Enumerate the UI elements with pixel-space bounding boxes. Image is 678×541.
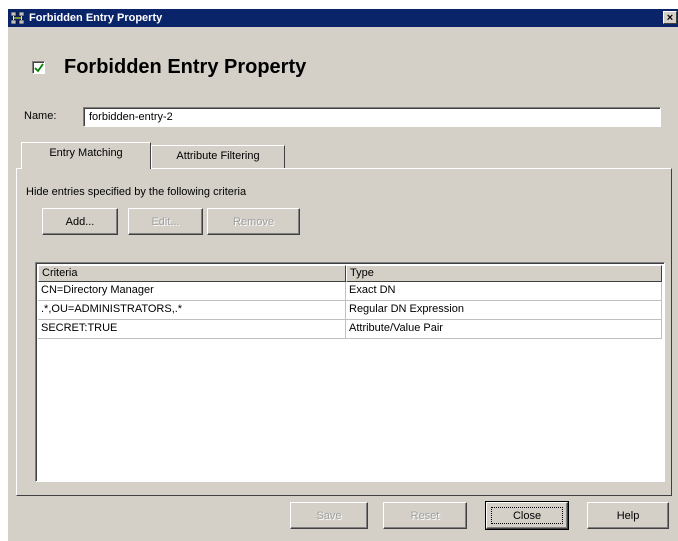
table-row[interactable]: SECRET:TRUE Attribute/Value Pair xyxy=(38,320,662,339)
type-cell: Regular DN Expression xyxy=(346,301,662,320)
name-field[interactable] xyxy=(83,107,661,127)
tab-label: Attribute Filtering xyxy=(176,150,260,162)
close-window-button[interactable]: × xyxy=(663,11,677,24)
panel-description: Hide entries specified by the following … xyxy=(26,186,247,198)
close-button[interactable]: Close xyxy=(485,501,569,530)
window-title: Forbidden Entry Property xyxy=(29,12,163,24)
remove-button[interactable]: Remove xyxy=(207,208,300,235)
save-button[interactable]: Save xyxy=(290,502,368,529)
tab-attribute-filtering[interactable]: Attribute Filtering xyxy=(151,145,285,169)
reset-button[interactable]: Reset xyxy=(383,502,467,529)
criteria-cell: SECRET:TRUE xyxy=(38,320,346,339)
title-bar[interactable]: Forbidden Entry Property × xyxy=(8,9,678,27)
name-label: Name: xyxy=(24,110,57,122)
tab-label: Entry Matching xyxy=(49,147,123,159)
type-cell: Attribute/Value Pair xyxy=(346,320,662,339)
table-row[interactable]: CN=Directory Manager Exact DN xyxy=(38,282,662,301)
page-title: Forbidden Entry Property xyxy=(64,56,307,78)
network-servers-icon xyxy=(10,11,25,25)
column-header-criteria[interactable]: Criteria xyxy=(38,265,346,282)
help-button[interactable]: Help xyxy=(587,502,669,529)
table-row[interactable]: .*,OU=ADMINISTRATORS,.* Regular DN Expre… xyxy=(38,301,662,320)
header-checkmark-icon xyxy=(32,61,45,74)
dialog-window: Forbidden Entry Property × Forbidden Ent… xyxy=(7,9,678,541)
column-header-type[interactable]: Type xyxy=(346,265,662,282)
type-cell: Exact DN xyxy=(346,282,662,301)
criteria-cell: .*,OU=ADMINISTRATORS,.* xyxy=(38,301,346,320)
tab-entry-matching[interactable]: Entry Matching xyxy=(21,142,151,169)
edit-button[interactable]: Edit... xyxy=(128,208,203,235)
criteria-cell: CN=Directory Manager xyxy=(38,282,346,301)
add-button[interactable]: Add... xyxy=(42,208,118,235)
criteria-table[interactable]: Criteria Type CN=Directory Manager Exact… xyxy=(35,262,665,482)
